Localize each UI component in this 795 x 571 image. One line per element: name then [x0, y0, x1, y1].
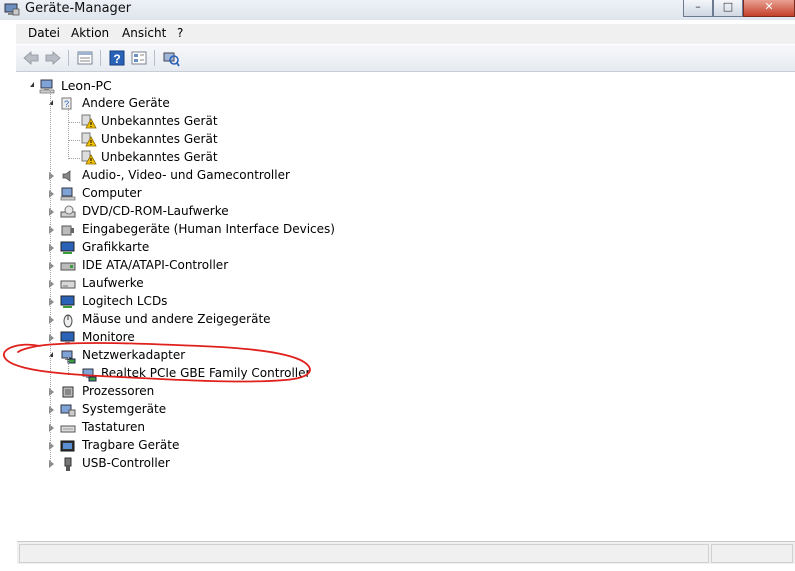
category-label: Logitech LCDs: [82, 294, 168, 308]
tree-category[interactable]: Logitech LCDs: [17, 293, 417, 311]
monitor-icon: [60, 331, 75, 344]
tree-category[interactable]: DVD/CD-ROM-Laufwerke: [17, 203, 417, 221]
minimize-button[interactable]: –: [683, 0, 713, 17]
lcd-icon: [60, 295, 75, 308]
system-device-icon: [60, 404, 76, 417]
tree-category[interactable]: Systemgeräte: [17, 401, 417, 419]
forward-arrow-icon[interactable]: [44, 49, 62, 67]
help-icon[interactable]: ?: [108, 49, 126, 67]
display-adapter-icon: [60, 241, 75, 254]
title-bar: Geräte-Manager – □ ✕: [0, 0, 795, 20]
maximize-button[interactable]: □: [713, 0, 743, 17]
device-label: Realtek PCIe GBE Family Controller: [101, 366, 311, 380]
usb-icon: [64, 457, 72, 471]
window-title: Geräte-Manager: [25, 1, 132, 16]
category-label: Tastaturen: [82, 420, 145, 434]
warning-device-icon: [81, 132, 97, 147]
category-label: Mäuse und andere Zeigegeräte: [82, 312, 271, 326]
tree-connector: [68, 357, 69, 375]
category-label: Audio-, Video- und Gamecontroller: [82, 168, 290, 182]
scan-hardware-icon[interactable]: [162, 49, 180, 67]
tree-category[interactable]: USB-Controller: [17, 455, 417, 473]
category-label: Grafikkarte: [82, 240, 150, 254]
category-label: Tragbare Geräte: [82, 438, 180, 452]
category-label: Andere Geräte: [82, 96, 170, 110]
dvd-drive-icon: [60, 205, 76, 218]
menu-bar: Datei Aktion Ansicht ?: [16, 24, 795, 44]
computer-icon: [39, 79, 55, 94]
tree-device[interactable]: Unbekanntes Gerät: [17, 149, 417, 167]
tree-category[interactable]: Laufwerke: [17, 275, 417, 293]
category-label: IDE ATA/ATAPI-Controller: [82, 258, 229, 272]
tree-category[interactable]: Mäuse und andere Zeigegeräte: [17, 311, 417, 329]
tree-category[interactable]: Computer: [17, 185, 417, 203]
menu-help[interactable]: ?: [177, 26, 183, 40]
device-manager-icon: [4, 3, 20, 16]
mouse-icon: [63, 314, 73, 328]
window-frame-left: [0, 20, 16, 571]
close-button[interactable]: ✕: [743, 0, 795, 17]
view-icon[interactable]: [130, 49, 148, 67]
device-tree[interactable]: Leon-PC ? Andere Geräte Unbekanntes Gerät U…: [17, 72, 795, 540]
tree-category[interactable]: Tragbare Geräte: [17, 437, 417, 455]
tree-device[interactable]: Unbekanntes Gerät: [17, 113, 417, 131]
properties-icon[interactable]: [76, 49, 94, 67]
tree-device[interactable]: Unbekanntes Gerät: [17, 131, 417, 149]
keyboard-icon: [60, 425, 76, 433]
back-arrow-icon[interactable]: [22, 49, 40, 67]
tree-root[interactable]: Leon-PC: [27, 77, 227, 95]
device-label: Unbekanntes Gerät: [101, 132, 218, 146]
device-label: Unbekanntes Gerät: [101, 150, 218, 164]
device-label: Unbekanntes Gerät: [101, 114, 218, 128]
menu-datei[interactable]: Datei: [28, 26, 60, 40]
tree-category[interactable]: Prozessoren: [17, 383, 417, 401]
tree-connector: [68, 105, 69, 159]
tree-category[interactable]: Tastaturen: [17, 419, 417, 437]
portable-device-icon: [60, 440, 75, 452]
audio-icon: [62, 170, 71, 182]
svg-text:?: ?: [113, 52, 120, 66]
tree-category[interactable]: Eingabegeräte (Human Interface Devices): [17, 221, 417, 239]
network-adapter-icon: [82, 368, 97, 382]
warning-device-icon: [81, 150, 97, 165]
tree-category[interactable]: ? Andere Geräte: [17, 95, 417, 113]
category-label: Systemgeräte: [82, 402, 167, 416]
category-label: Netzwerkadapter: [82, 348, 186, 362]
toolbar: ?: [16, 45, 795, 72]
status-cell-right: [711, 544, 793, 563]
status-cell: [19, 544, 709, 563]
root-label: Leon-PC: [61, 78, 112, 93]
disk-drive-icon: [60, 280, 76, 289]
category-label: Monitore: [82, 330, 135, 344]
menu-aktion[interactable]: Aktion: [71, 26, 109, 40]
menu-ansicht[interactable]: Ansicht: [122, 26, 166, 40]
window-frame-bottom: [0, 564, 795, 571]
category-label: Laufwerke: [82, 276, 144, 290]
tree-category[interactable]: IDE ATA/ATAPI-Controller: [17, 257, 417, 275]
category-label: USB-Controller: [82, 456, 170, 470]
tree-category[interactable]: Audio-, Video- und Gamecontroller: [17, 167, 417, 185]
status-bar: [17, 541, 795, 564]
category-label: DVD/CD-ROM-Laufwerke: [82, 204, 229, 218]
tree-category[interactable]: Grafikkarte: [17, 239, 417, 257]
warning-device-icon: [81, 114, 97, 129]
processor-icon: [62, 386, 74, 398]
category-label: Computer: [82, 186, 142, 200]
hid-icon: [61, 225, 74, 236]
computer-icon: [60, 187, 76, 201]
tree-device[interactable]: Realtek PCIe GBE Family Controller: [17, 365, 417, 383]
tree-connector: [50, 91, 51, 463]
tree-category[interactable]: Netzwerkadapter: [17, 347, 417, 365]
category-label: Prozessoren: [82, 384, 155, 398]
category-label: Eingabegeräte (Human Interface Devices): [82, 222, 335, 236]
tree-category[interactable]: Monitore: [17, 329, 417, 347]
ide-controller-icon: [60, 262, 76, 271]
